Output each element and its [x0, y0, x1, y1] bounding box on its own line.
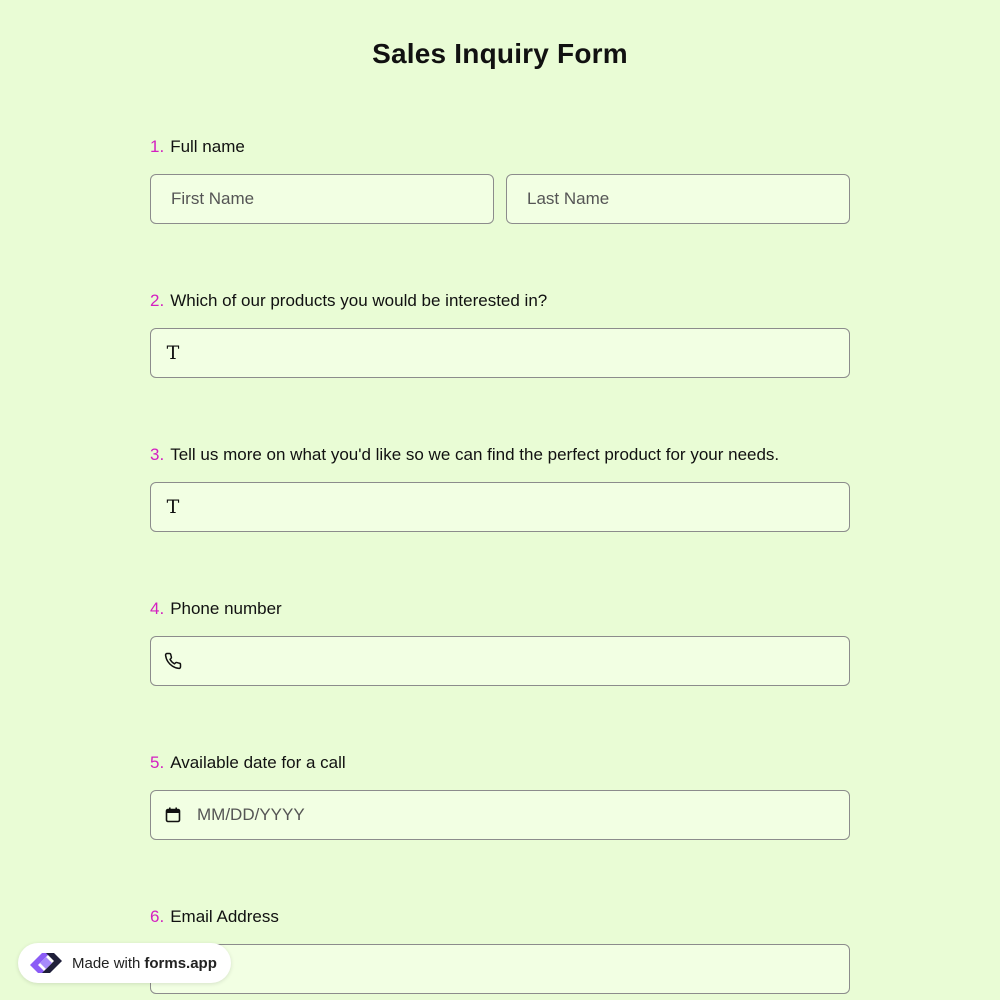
- forms-app-logo-icon: [26, 947, 66, 979]
- question-full-name: 1. Full name First Name Last Name: [150, 136, 850, 224]
- date-input[interactable]: MM/DD/YYYY: [150, 790, 850, 840]
- question-number: 1.: [150, 137, 165, 156]
- question-label: 5. Available date for a call: [150, 752, 850, 774]
- question-number: 2.: [150, 291, 165, 310]
- question-products: 2. Which of our products you would be int…: [150, 290, 850, 378]
- email-input[interactable]: [150, 944, 850, 994]
- text-type-icon: T: [164, 342, 182, 364]
- question-number: 6.: [150, 907, 165, 926]
- question-label: 6. Email Address: [150, 906, 850, 928]
- date-placeholder: MM/DD/YYYY: [197, 805, 305, 824]
- question-number: 4.: [150, 599, 165, 618]
- question-text: Available date for a call: [170, 753, 346, 772]
- question-label: 2. Which of our products you would be int…: [150, 290, 850, 312]
- question-label: 4. Phone number: [150, 598, 850, 620]
- first-name-field[interactable]: First Name: [150, 174, 494, 224]
- form-page: Sales Inquiry Form 1. Full name First Nam…: [0, 0, 1000, 1000]
- badge-brand: forms.app: [144, 954, 217, 972]
- question-text: Full name: [170, 137, 245, 156]
- question-text: Tell us more on what you'd like so we ca…: [170, 445, 780, 464]
- question-text: Email Address: [170, 907, 279, 926]
- first-name-placeholder: First Name: [171, 189, 255, 208]
- last-name-placeholder: Last Name: [527, 189, 610, 208]
- question-needs: 3. Tell us more on what you'd like so we …: [150, 444, 850, 532]
- question-label: 3. Tell us more on what you'd like so we …: [150, 444, 850, 466]
- question-call-date: 5. Available date for a call MM/DD/YYYY: [150, 752, 850, 840]
- text-type-icon: T: [164, 496, 182, 518]
- last-name-field[interactable]: Last Name: [506, 174, 850, 224]
- needs-input[interactable]: T: [150, 482, 850, 532]
- made-with-badge[interactable]: Made with forms.app: [18, 943, 231, 983]
- question-text: Which of our products you would be inter…: [170, 291, 548, 310]
- text-type-glyph: T: [166, 496, 180, 518]
- question-text: Phone number: [170, 599, 282, 618]
- form-title: Sales Inquiry Form: [372, 38, 628, 69]
- phone-input[interactable]: [150, 636, 850, 686]
- products-input[interactable]: T: [150, 328, 850, 378]
- text-type-glyph: T: [166, 342, 180, 364]
- phone-icon: [164, 652, 182, 670]
- question-label: 1. Full name: [150, 136, 850, 158]
- question-phone: 4. Phone number: [150, 598, 850, 686]
- badge-prefix: Made with: [72, 954, 141, 972]
- question-number: 5.: [150, 753, 165, 772]
- calendar-icon: [164, 806, 182, 824]
- question-email: 6. Email Address: [150, 906, 850, 994]
- question-number: 3.: [150, 445, 165, 464]
